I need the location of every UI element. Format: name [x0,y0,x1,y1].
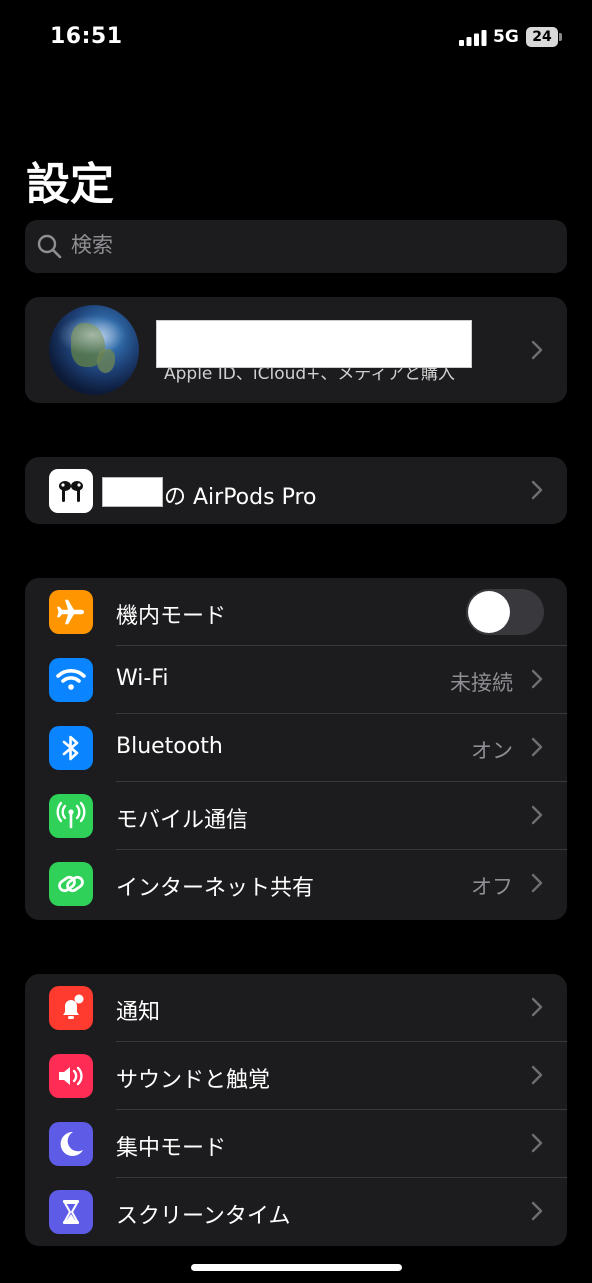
row-label: インターネット共有 [116,876,315,901]
airpods-row[interactable]: の AirPods Pro [25,457,567,524]
avatar [49,305,139,395]
search-bar[interactable] [25,220,567,273]
row-label: スクリーンタイム [116,1204,291,1229]
battery-icon: 24 [526,27,562,47]
battery-level: 24 [526,27,558,47]
chevron-right-icon [531,805,543,825]
row-value: オフ [471,875,513,899]
notifications-group: 通知 サウンドと触覚 集中モード スクリーンタイム [25,974,567,1246]
chevron-right-icon [531,340,543,360]
hourglass-icon [49,1190,93,1234]
chevron-right-icon [531,480,543,500]
search-icon [37,234,62,259]
chevron-right-icon [531,997,543,1017]
airplane-icon [49,590,93,634]
search-input[interactable] [71,233,551,257]
wifi-icon [49,658,93,702]
row-label: モバイル通信 [116,808,249,833]
chevron-right-icon [531,873,543,893]
chevron-right-icon [531,1065,543,1085]
row-value: オン [471,739,513,763]
settings-row-bluetooth[interactable]: Bluetooth オン [25,714,567,782]
chevron-right-icon [531,669,543,689]
home-indicator[interactable] [191,1264,402,1271]
antenna-icon [49,794,93,838]
row-label: サウンドと触覚 [116,1068,271,1093]
settings-row-focus[interactable]: 集中モード [25,1110,567,1178]
settings-row-sounds[interactable]: サウンドと触覚 [25,1042,567,1110]
status-bar: 16:51 5G 24 [0,22,592,54]
status-time: 16:51 [50,24,123,49]
row-label: Wi-Fi [116,666,169,691]
hotspot-icon [49,862,93,906]
settings-row-airplane-mode[interactable]: 機内モード [25,578,567,646]
page-title: 設定 [26,159,114,210]
settings-row-notifications[interactable]: 通知 [25,974,567,1042]
row-label: Bluetooth [116,734,223,759]
speaker-icon [49,1054,93,1098]
connectivity-group: 機内モード Wi-Fi 未接続 Bluetooth オン モバイル通信 インター… [25,578,567,920]
bluetooth-icon [49,726,93,770]
chevron-right-icon [531,1133,543,1153]
row-label: 通知 [116,1000,161,1025]
chevron-right-icon [531,1201,543,1221]
moon-icon [49,1122,93,1166]
chevron-right-icon [531,737,543,757]
airplane-mode-toggle[interactable] [466,589,544,635]
toggle-knob [468,591,510,633]
network-label: 5G [493,27,519,47]
settings-row-screen-time[interactable]: スクリーンタイム [25,1178,567,1246]
row-label: 集中モード [116,1136,227,1161]
bell-icon [49,986,93,1030]
profile-name-redacted [156,320,472,368]
row-label: 機内モード [116,604,227,629]
settings-row-personal-hotspot[interactable]: インターネット共有 オフ [25,850,567,918]
row-value: 未接続 [450,671,513,695]
airpods-owner-redacted [102,477,163,507]
signal-icon [459,30,487,46]
apple-id-row[interactable]: Apple ID、iCloud+、メディアと購入 [25,297,567,403]
settings-row-wifi[interactable]: Wi-Fi 未接続 [25,646,567,714]
airpods-icon [49,469,93,513]
settings-row-mobile-data[interactable]: モバイル通信 [25,782,567,850]
airpods-label: の AirPods Pro [164,485,317,510]
